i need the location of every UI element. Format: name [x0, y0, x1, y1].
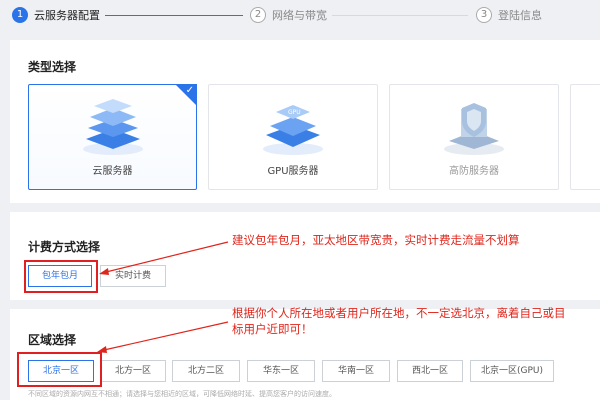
- arrow-head-billing: [99, 268, 109, 275]
- arrow-head-region: [97, 346, 107, 353]
- annotation-arrows: [97, 241, 229, 353]
- arrow-line-region: [103, 321, 229, 351]
- arrow-line-billing: [105, 241, 229, 273]
